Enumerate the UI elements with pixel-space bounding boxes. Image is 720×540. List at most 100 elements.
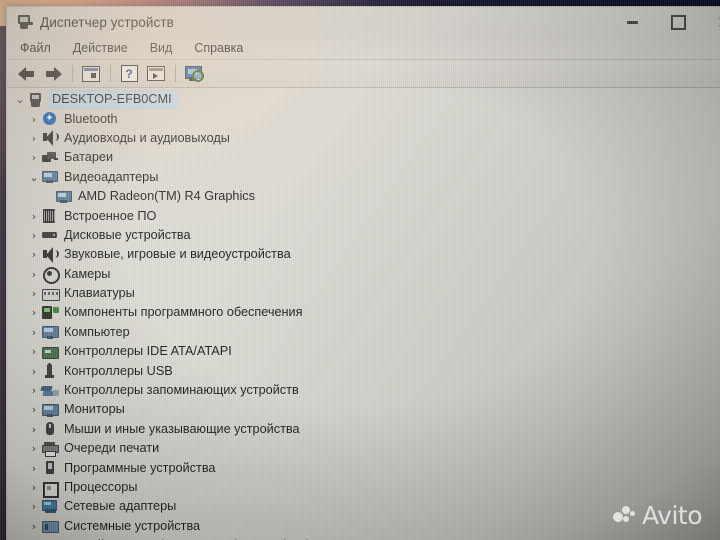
network-adapter-icon bbox=[41, 499, 59, 515]
software-component-icon bbox=[41, 305, 59, 321]
maximize-icon bbox=[670, 14, 686, 30]
device-tree[interactable]: ⌄ DESKTOP-EFB0CMI › ✦ Bluetooth › Аудиов… bbox=[7, 88, 720, 540]
chevron-right-icon[interactable]: › bbox=[27, 210, 41, 223]
tree-item-print-queues[interactable]: › Очереди печати bbox=[7, 439, 720, 458]
avito-watermark-text: Avito bbox=[642, 501, 702, 530]
camera-icon bbox=[41, 266, 60, 285]
back-arrow-icon bbox=[17, 66, 35, 81]
properties-button[interactable] bbox=[78, 62, 104, 85]
tree-item-computer[interactable]: › Компьютер bbox=[7, 323, 720, 342]
tree-item-disk-drives[interactable]: › Дисковые устройства bbox=[7, 226, 720, 245]
menu-item-view[interactable]: Вид bbox=[146, 40, 182, 57]
tree-item-label: Дисковые устройства bbox=[64, 227, 191, 242]
chevron-right-icon[interactable]: › bbox=[27, 442, 41, 455]
tree-item-software-components[interactable]: › Компоненты программного обеспечения bbox=[7, 303, 720, 322]
toolbar: ? bbox=[7, 60, 720, 88]
tree-item-bluetooth[interactable]: › ✦ Bluetooth bbox=[7, 109, 720, 128]
properties-icon bbox=[82, 65, 100, 82]
tree-item-sound-video-game[interactable]: › Звуковые, игровые и видеоустройства bbox=[7, 245, 720, 264]
tree-item-batteries[interactable]: › Батареи bbox=[7, 148, 720, 167]
tree-item-label: Камеры bbox=[64, 266, 111, 281]
chevron-right-icon[interactable]: › bbox=[27, 384, 41, 397]
toolbar-separator bbox=[110, 65, 111, 82]
tree-item-monitors[interactable]: › Мониторы bbox=[7, 400, 720, 419]
tree-root-item[interactable]: ⌄ DESKTOP-EFB0CMI bbox=[7, 90, 720, 109]
tree-item-label: Встроенное ПО bbox=[64, 208, 157, 223]
tree-item-label: Батареи bbox=[64, 150, 114, 165]
chevron-down-icon[interactable]: ⌄ bbox=[13, 93, 27, 106]
printer-icon bbox=[41, 441, 59, 457]
forward-arrow-icon bbox=[45, 66, 62, 81]
tree-item-label: Компьютер bbox=[64, 324, 130, 339]
tree-item-label: Очереди печати bbox=[64, 441, 160, 456]
tree-item-audio-inputs-outputs[interactable]: › Аудиовходы и аудиовыходы bbox=[7, 129, 720, 148]
tree-item-label: Системные устройства bbox=[64, 518, 201, 533]
chevron-right-icon[interactable]: › bbox=[27, 113, 41, 126]
tree-item-label: AMD Radeon(TM) R4 Graphics bbox=[78, 189, 255, 204]
chevron-right-icon[interactable]: › bbox=[27, 481, 41, 494]
chevron-right-icon[interactable]: › bbox=[27, 403, 41, 416]
storage-controller-icon bbox=[40, 383, 59, 399]
chevron-right-icon[interactable]: › bbox=[27, 326, 41, 339]
minimize-button[interactable] bbox=[609, 7, 655, 37]
monitor-icon bbox=[41, 402, 59, 418]
device-manager-window: Диспетчер устройств Файл Действие Вид Сп… bbox=[6, 6, 720, 540]
chevron-down-icon[interactable]: ⌄ bbox=[27, 171, 41, 184]
maximize-button[interactable] bbox=[655, 7, 701, 37]
menu-item-file[interactable]: Файл bbox=[16, 40, 60, 57]
tree-item-mice-pointing-devices[interactable]: › Мыши и иные указывающие устройства bbox=[7, 420, 720, 439]
chevron-right-icon[interactable]: › bbox=[27, 132, 41, 145]
title-bar: Диспетчер устройств bbox=[7, 7, 720, 37]
chevron-right-icon[interactable]: › bbox=[27, 423, 41, 436]
tree-item-processors[interactable]: › Процессоры bbox=[7, 478, 720, 498]
update-driver-button[interactable] bbox=[143, 62, 169, 85]
tree-item-label: Процессоры bbox=[64, 480, 138, 494]
tree-item-label: Контроллеры запоминающих устройств bbox=[64, 383, 299, 398]
monitor-icon bbox=[41, 324, 59, 340]
tree-item-keyboards[interactable]: › Клавиатуры bbox=[7, 284, 720, 303]
help-button[interactable]: ? bbox=[116, 62, 142, 85]
tree-item-label: Аудиовходы и аудиовыходы bbox=[64, 130, 230, 145]
system-device-icon bbox=[41, 518, 59, 534]
forward-button[interactable] bbox=[40, 62, 66, 85]
tree-item-label: Контроллеры IDE ATA/ATAPI bbox=[64, 344, 232, 359]
menu-item-action[interactable]: Действие bbox=[69, 40, 137, 57]
disk-drive-icon bbox=[41, 227, 59, 243]
tree-item-amd-radeon-r4[interactable]: AMD Radeon(TM) R4 Graphics bbox=[7, 187, 720, 206]
tree-item-label: Программные устройства bbox=[64, 460, 216, 475]
processor-icon bbox=[41, 480, 59, 498]
chevron-right-icon[interactable]: › bbox=[27, 306, 41, 319]
back-button[interactable] bbox=[13, 62, 39, 85]
scan-hardware-changes-button[interactable] bbox=[181, 62, 207, 85]
keyboard-icon bbox=[41, 286, 60, 302]
chevron-right-icon[interactable]: › bbox=[27, 268, 41, 281]
minimize-icon bbox=[626, 20, 638, 24]
tree-item-software-devices[interactable]: › Программные устройства bbox=[7, 458, 720, 477]
close-button[interactable] bbox=[701, 7, 720, 37]
chevron-right-icon[interactable]: › bbox=[27, 229, 41, 242]
speaker-icon bbox=[41, 130, 59, 147]
tree-item-usb-controllers[interactable]: › Контроллеры USB bbox=[7, 361, 720, 380]
menu-item-help[interactable]: Справка bbox=[190, 40, 252, 57]
tree-item-hid-devices[interactable]: › Устройства HID (Human Interface Device… bbox=[7, 536, 720, 540]
chevron-right-icon[interactable]: › bbox=[27, 365, 41, 378]
tree-item-firmware[interactable]: › Встроенное ПО bbox=[7, 206, 720, 225]
window-controls bbox=[609, 7, 720, 37]
chevron-right-icon[interactable]: › bbox=[27, 500, 41, 513]
tree-item-label: Звуковые, игровые и видеоустройства bbox=[64, 247, 291, 262]
tree-item-label: Мониторы bbox=[64, 402, 125, 417]
tree-item-display-adapters[interactable]: ⌄ Видеоадаптеры bbox=[7, 168, 720, 187]
update-driver-icon bbox=[147, 66, 165, 81]
chevron-right-icon[interactable]: › bbox=[27, 287, 41, 300]
chevron-right-icon[interactable]: › bbox=[27, 462, 41, 475]
tree-item-ide-ata-atapi-controllers[interactable]: › Контроллеры IDE ATA/ATAPI bbox=[7, 342, 720, 361]
chevron-right-icon[interactable]: › bbox=[27, 520, 41, 533]
chevron-right-icon[interactable]: › bbox=[27, 151, 41, 164]
chevron-right-icon[interactable]: › bbox=[27, 345, 41, 358]
tree-item-cameras[interactable]: › Камеры bbox=[7, 265, 720, 285]
toolbar-separator bbox=[175, 65, 176, 82]
device-manager-icon bbox=[16, 14, 33, 31]
mouse-icon bbox=[41, 421, 59, 437]
chevron-right-icon[interactable]: › bbox=[27, 248, 41, 261]
tree-item-storage-controllers[interactable]: › Контроллеры запоминающих устройств bbox=[7, 381, 720, 400]
